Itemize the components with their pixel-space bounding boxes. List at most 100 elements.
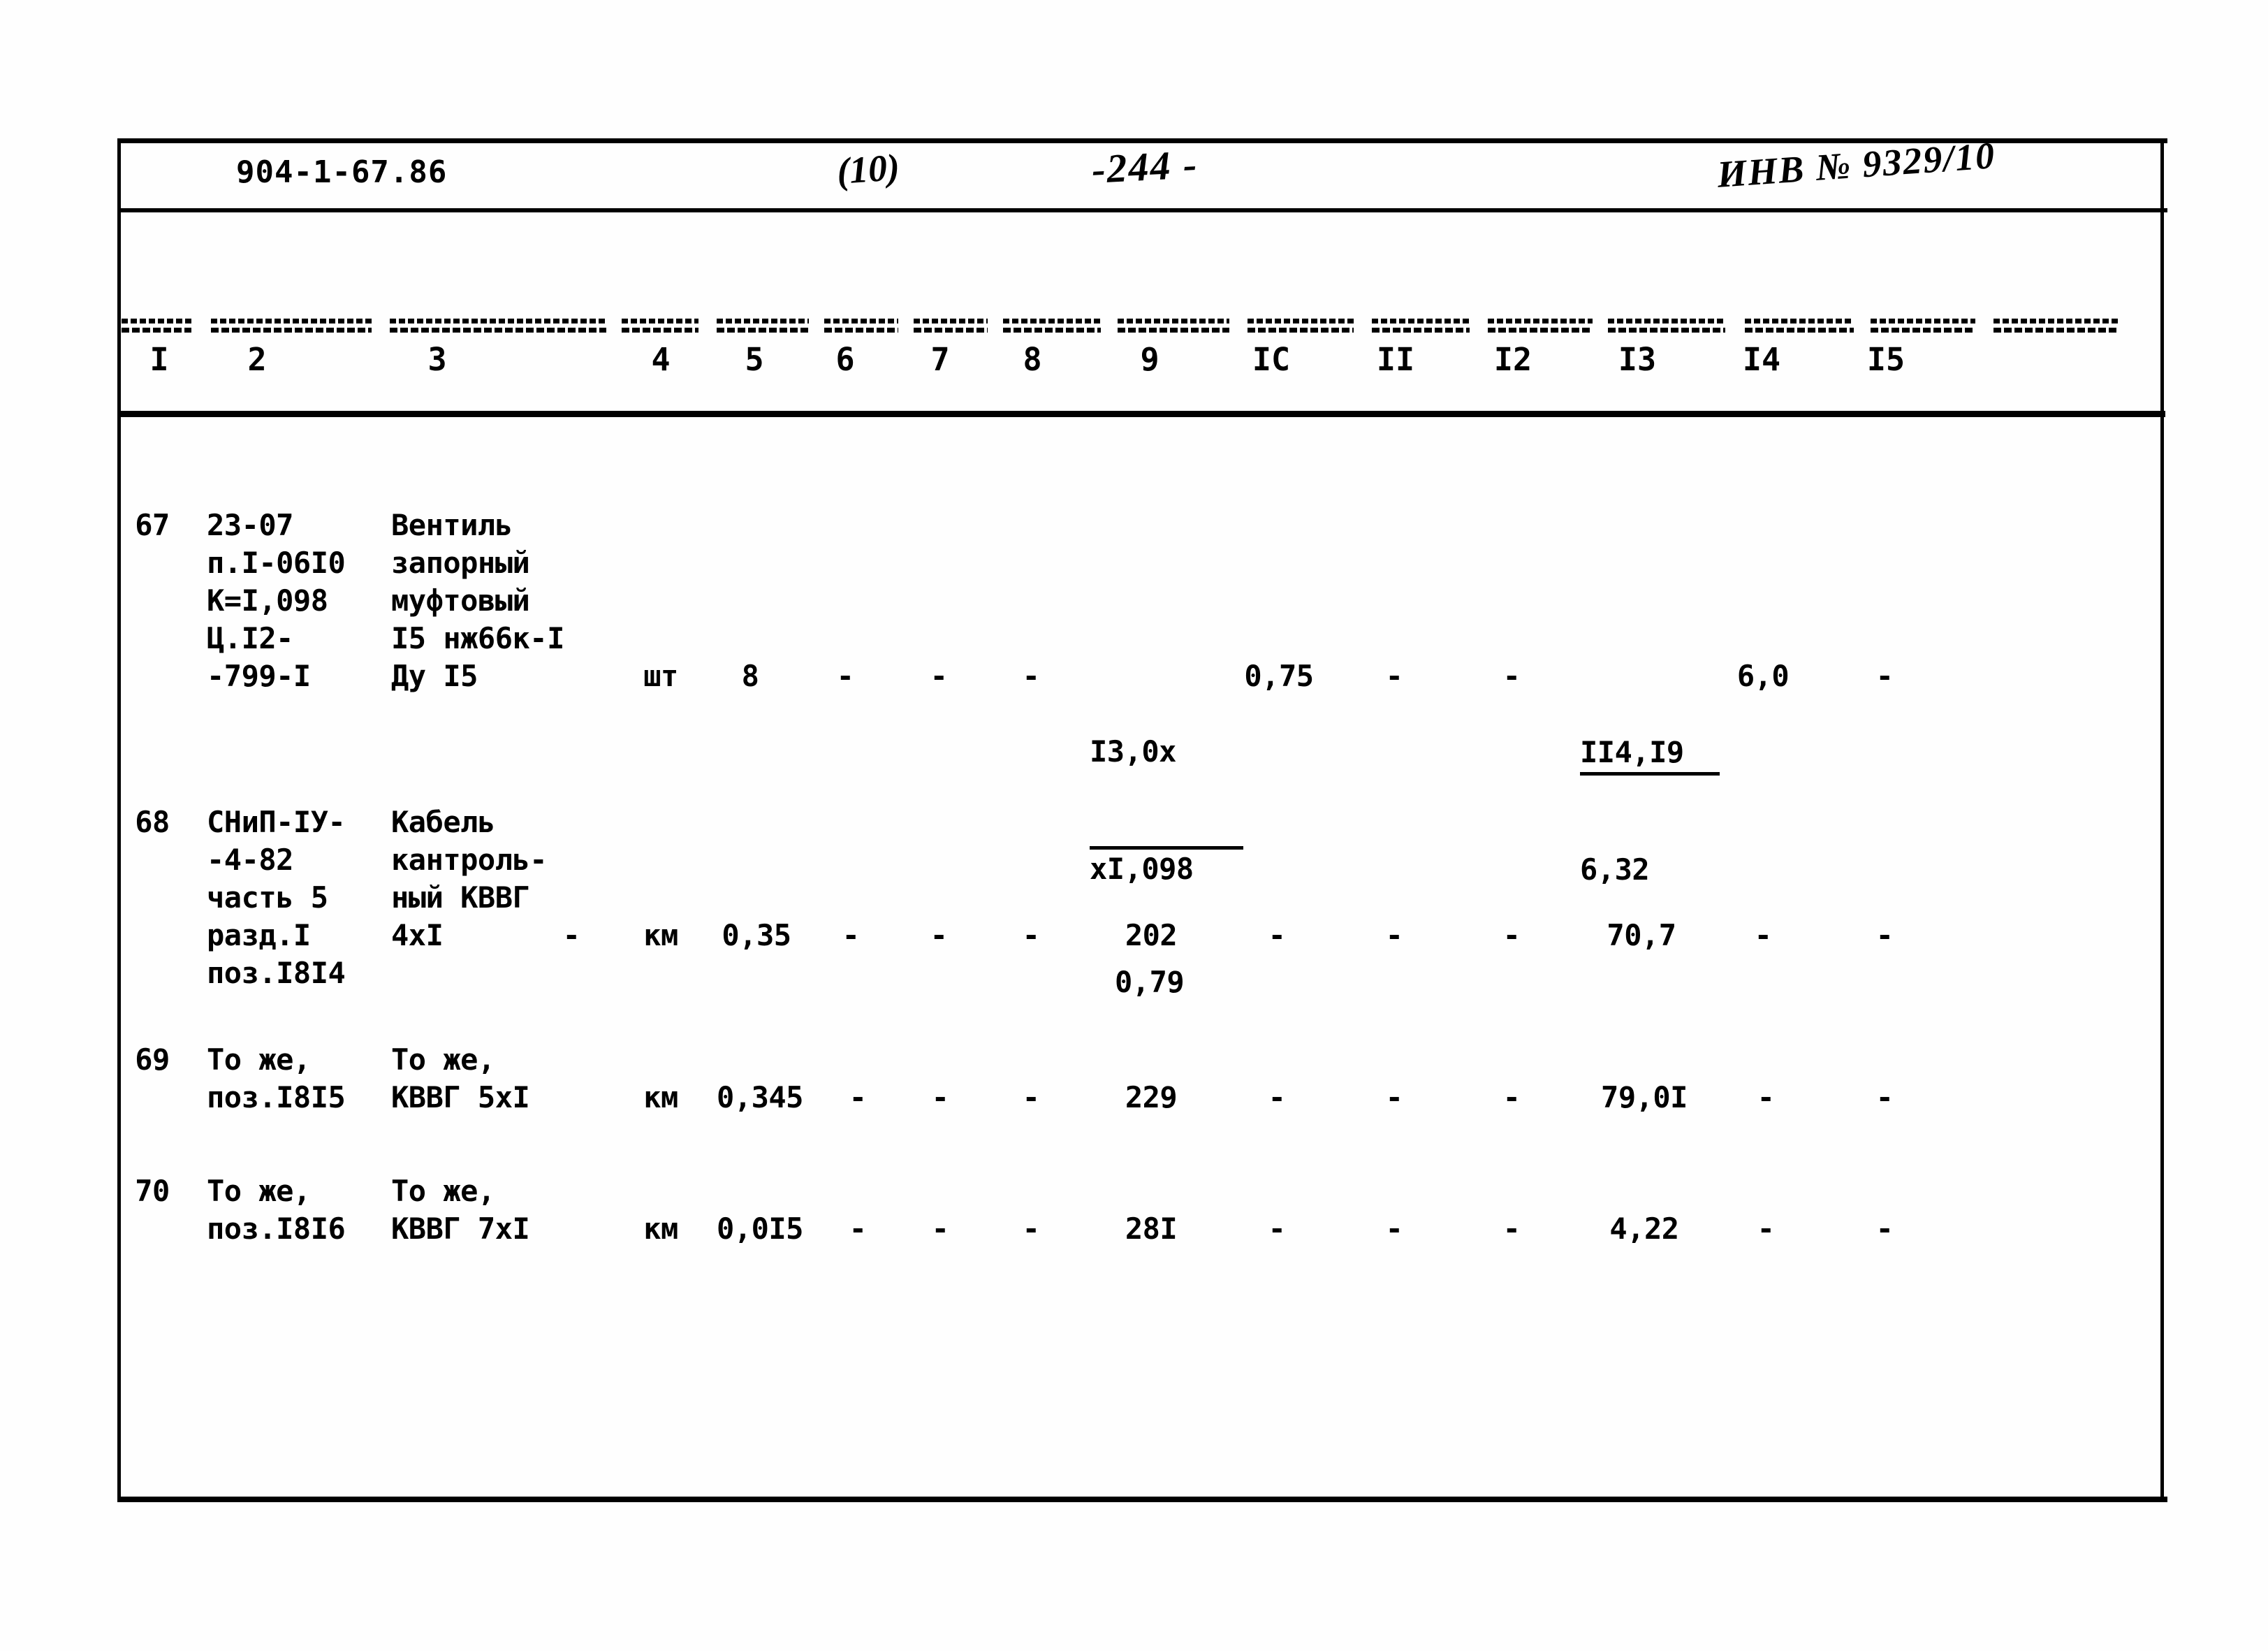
row-col9: 229 — [1125, 1080, 1178, 1114]
row-col10: 0,75 — [1244, 659, 1314, 693]
row-col7: - — [931, 1080, 949, 1114]
row-code: 23-07 п.I-06I0 К=I,098 Ц.I2- -799-I — [207, 508, 346, 693]
column-number-11: II — [1376, 341, 1415, 378]
col-rule-5 — [717, 319, 809, 334]
row-name: То же, КВВГ 5хI — [391, 1042, 530, 1114]
column-number-2: 2 — [247, 341, 267, 378]
row-col6: - — [849, 1080, 867, 1114]
row-col11: - — [1385, 1212, 1403, 1246]
row-name-dash: - — [562, 918, 580, 952]
col-rule-15 — [1871, 319, 1975, 334]
row-col14: - — [1757, 1080, 1775, 1114]
row-col12: - — [1502, 918, 1521, 952]
handwritten-page-marker: (10) — [835, 145, 901, 193]
header-bottom-thick-rule — [120, 411, 2165, 417]
column-number-12: I2 — [1493, 341, 1532, 378]
row-number: 68 — [135, 805, 170, 839]
col-rule-15b — [1993, 319, 2119, 334]
row-unit: шт — [643, 659, 678, 693]
row-number: 69 — [135, 1042, 170, 1077]
row-col9: 202 — [1125, 918, 1178, 952]
table-body: 67 23-07 п.I-06I0 К=I,098 Ц.I2- -799-I В… — [117, 426, 2167, 1495]
row-col9-result: 0,79 — [1115, 965, 1185, 999]
column-number-10: IC — [1252, 341, 1291, 378]
row-quantity: 0,0I5 — [717, 1212, 803, 1246]
handwritten-inventory-number: ИНВ № 9329/10 — [1715, 134, 1998, 196]
col-rule-12 — [1488, 319, 1593, 334]
column-number-13: I3 — [1618, 341, 1657, 378]
row-col10: - — [1268, 918, 1286, 952]
row-col13: 4,22 — [1609, 1212, 1679, 1246]
column-number-15: I5 — [1866, 341, 1905, 378]
row-col9-fraction: I3,0х хI,098 0,79 — [1090, 657, 1243, 1077]
row-col9-denominator: хI,098 — [1090, 846, 1243, 888]
col-rule-11 — [1372, 319, 1470, 334]
col-rule-4 — [622, 319, 698, 334]
handwritten-page-number: -244 - — [1090, 141, 1199, 192]
row-col12: - — [1502, 659, 1521, 693]
row-col15: - — [1875, 918, 1894, 952]
row-code: То же, поз.I8I6 — [207, 1174, 346, 1246]
col-rule-6 — [824, 319, 898, 334]
row-code: СНиП-IУ- -4-82 часть 5 разд.I поз.I8I4 — [207, 805, 346, 990]
row-col11: - — [1385, 659, 1403, 693]
row-col15: - — [1875, 1080, 1894, 1114]
row-col7: - — [930, 659, 948, 693]
document-header: 904-1-67.86 (10) -244 - ИНВ № 9329/10 — [117, 134, 2164, 208]
row-code: То же, поз.I8I5 — [207, 1042, 346, 1114]
row-col6: - — [842, 918, 860, 952]
col-rule-10 — [1248, 319, 1354, 334]
row-col12: - — [1502, 1080, 1521, 1114]
row-col9-numerator: I3,0х — [1090, 734, 1176, 769]
row-col14: - — [1757, 1212, 1775, 1246]
column-number-14: I4 — [1742, 341, 1781, 378]
row-unit: км — [643, 1212, 678, 1246]
row-quantity: 8 — [741, 659, 759, 693]
row-name: Вентиль запорный муфтовый I5 нж66к-I Ду … — [391, 508, 564, 693]
scanned-document-page: 904-1-67.86 (10) -244 - ИНВ № 9329/10 I … — [0, 0, 2268, 1651]
frame-bottom-rule — [117, 1497, 2167, 1502]
row-col9: 28I — [1125, 1212, 1178, 1246]
column-number-5: 5 — [745, 341, 764, 378]
row-col15: - — [1875, 1212, 1894, 1246]
column-number-9: 9 — [1140, 341, 1159, 378]
col-rule-8 — [1003, 319, 1101, 334]
column-number-1: I — [149, 341, 169, 378]
row-col14: - — [1754, 918, 1772, 952]
column-number-6: 6 — [835, 341, 855, 378]
row-col15: - — [1875, 659, 1894, 693]
row-col10: - — [1268, 1080, 1286, 1114]
row-col7: - — [930, 918, 948, 952]
row-col14: 6,0 — [1736, 659, 1790, 693]
column-number-7: 7 — [930, 341, 950, 378]
row-col8: - — [1022, 1080, 1040, 1114]
row-col7: - — [931, 1212, 949, 1246]
row-unit: км — [643, 1080, 678, 1114]
header-separator-rule — [117, 208, 2167, 212]
row-name: То же, КВВГ 7хI — [391, 1174, 530, 1246]
col-rule-14 — [1745, 319, 1854, 334]
row-col13: 70,7 — [1607, 918, 1676, 952]
row-col11: - — [1385, 1080, 1403, 1114]
row-col6: - — [849, 1212, 867, 1246]
row-col8: - — [1022, 659, 1040, 693]
col-rule-7 — [914, 319, 988, 334]
table-column-header: I 2 3 4 5 6 7 8 9 IC II I2 I3 I4 I5 — [117, 307, 2167, 398]
col-rule-2 — [211, 319, 372, 334]
row-col10: - — [1268, 1212, 1286, 1246]
document-code: 904-1-67.86 — [236, 154, 448, 190]
column-number-4: 4 — [651, 341, 671, 378]
row-col13-numerator: II4,I9 — [1580, 733, 1720, 776]
col-rule-9 — [1118, 319, 1229, 334]
row-quantity: 0,35 — [722, 918, 791, 952]
row-unit: км — [643, 918, 678, 952]
row-col12: - — [1502, 1212, 1521, 1246]
col-rule-1 — [122, 319, 191, 334]
row-quantity: 0,345 — [717, 1080, 803, 1114]
row-col11: - — [1385, 918, 1403, 952]
column-number-8: 8 — [1023, 341, 1042, 378]
row-col6: - — [836, 659, 854, 693]
row-number: 70 — [135, 1174, 170, 1208]
col-rule-13 — [1608, 319, 1725, 334]
row-col13-result: 6,32 — [1580, 852, 1650, 887]
